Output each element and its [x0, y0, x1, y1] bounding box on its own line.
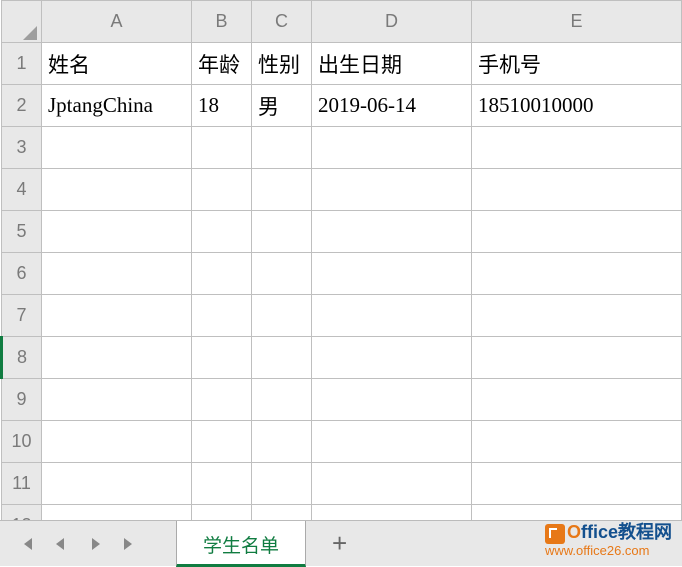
cell-a1[interactable]: 姓名 — [42, 43, 192, 85]
cell-d5[interactable] — [312, 211, 472, 253]
sheet-tab-bar: 学生名单 + Office教程网 www.office26.com — [0, 520, 682, 566]
cell-d7[interactable] — [312, 295, 472, 337]
watermark-cn: 教程网 — [618, 522, 672, 542]
cell-b4[interactable] — [192, 169, 252, 211]
sheet-nav-last-icon[interactable] — [118, 532, 140, 556]
cell-b7[interactable] — [192, 295, 252, 337]
watermark: Office教程网 www.office26.com — [545, 523, 672, 558]
cell-e12[interactable] — [472, 505, 682, 521]
watermark-rest: ffice — [581, 522, 618, 542]
cell-b8[interactable] — [192, 337, 252, 379]
cell-e8[interactable] — [472, 337, 682, 379]
cell-d2[interactable]: 2019-06-14 — [312, 85, 472, 127]
cell-e2[interactable]: 18510010000 — [472, 85, 682, 127]
cell-d3[interactable] — [312, 127, 472, 169]
cell-e3[interactable] — [472, 127, 682, 169]
sheet-nav-first-icon[interactable] — [16, 532, 38, 556]
row-header-6[interactable]: 6 — [2, 253, 42, 295]
sheet-nav-prev-icon[interactable] — [50, 532, 72, 556]
cell-b5[interactable] — [192, 211, 252, 253]
row-header-9[interactable]: 9 — [2, 379, 42, 421]
row-header-4[interactable]: 4 — [2, 169, 42, 211]
cell-a7[interactable] — [42, 295, 192, 337]
cell-e5[interactable] — [472, 211, 682, 253]
cell-b11[interactable] — [192, 463, 252, 505]
row-header-8[interactable]: 8 — [2, 337, 42, 379]
row-header-10[interactable]: 10 — [2, 421, 42, 463]
row-header-7[interactable]: 7 — [2, 295, 42, 337]
sheet-tab-active[interactable]: 学生名单 — [176, 521, 306, 567]
cell-c5[interactable] — [252, 211, 312, 253]
cell-e11[interactable] — [472, 463, 682, 505]
cell-a10[interactable] — [42, 421, 192, 463]
cell-c3[interactable] — [252, 127, 312, 169]
col-header-e[interactable]: E — [472, 1, 682, 43]
watermark-o: O — [567, 522, 581, 542]
cell-d9[interactable] — [312, 379, 472, 421]
cell-b9[interactable] — [192, 379, 252, 421]
cell-c12[interactable] — [252, 505, 312, 521]
cell-a8[interactable] — [42, 337, 192, 379]
cell-b6[interactable] — [192, 253, 252, 295]
cell-a3[interactable] — [42, 127, 192, 169]
cell-d1[interactable]: 出生日期 — [312, 43, 472, 85]
col-header-c[interactable]: C — [252, 1, 312, 43]
cell-b3[interactable] — [192, 127, 252, 169]
add-sheet-button[interactable]: + — [324, 528, 355, 559]
cell-c2[interactable]: 男 — [252, 85, 312, 127]
cell-d10[interactable] — [312, 421, 472, 463]
cell-b1[interactable]: 年龄 — [192, 43, 252, 85]
cell-e6[interactable] — [472, 253, 682, 295]
cell-d8[interactable] — [312, 337, 472, 379]
cell-c4[interactable] — [252, 169, 312, 211]
cell-c1[interactable]: 性别 — [252, 43, 312, 85]
cell-c10[interactable] — [252, 421, 312, 463]
cell-b10[interactable] — [192, 421, 252, 463]
row-header-12[interactable]: 12 — [2, 505, 42, 521]
cell-c8[interactable] — [252, 337, 312, 379]
cell-e9[interactable] — [472, 379, 682, 421]
cell-b2[interactable]: 18 — [192, 85, 252, 127]
cell-d11[interactable] — [312, 463, 472, 505]
sheet-nav-next-icon[interactable] — [84, 532, 106, 556]
cell-e10[interactable] — [472, 421, 682, 463]
col-header-a[interactable]: A — [42, 1, 192, 43]
cell-b12[interactable] — [192, 505, 252, 521]
col-header-d[interactable]: D — [312, 1, 472, 43]
cell-a12[interactable] — [42, 505, 192, 521]
cell-a11[interactable] — [42, 463, 192, 505]
office-logo-icon — [545, 524, 565, 544]
select-all-corner[interactable] — [2, 1, 42, 43]
cell-d4[interactable] — [312, 169, 472, 211]
cell-d6[interactable] — [312, 253, 472, 295]
col-header-b[interactable]: B — [192, 1, 252, 43]
cell-a4[interactable] — [42, 169, 192, 211]
cell-e4[interactable] — [472, 169, 682, 211]
row-header-1[interactable]: 1 — [2, 43, 42, 85]
cell-c9[interactable] — [252, 379, 312, 421]
cell-a6[interactable] — [42, 253, 192, 295]
cell-a5[interactable] — [42, 211, 192, 253]
cell-c11[interactable] — [252, 463, 312, 505]
cell-d12[interactable] — [312, 505, 472, 521]
cell-a2[interactable]: JptangChina — [42, 85, 192, 127]
row-header-2[interactable]: 2 — [2, 85, 42, 127]
cell-e7[interactable] — [472, 295, 682, 337]
cell-c6[interactable] — [252, 253, 312, 295]
row-header-5[interactable]: 5 — [2, 211, 42, 253]
row-header-3[interactable]: 3 — [2, 127, 42, 169]
cell-c7[interactable] — [252, 295, 312, 337]
cell-a9[interactable] — [42, 379, 192, 421]
cell-e1[interactable]: 手机号 — [472, 43, 682, 85]
row-header-11[interactable]: 11 — [2, 463, 42, 505]
watermark-url: www.office26.com — [545, 544, 672, 558]
